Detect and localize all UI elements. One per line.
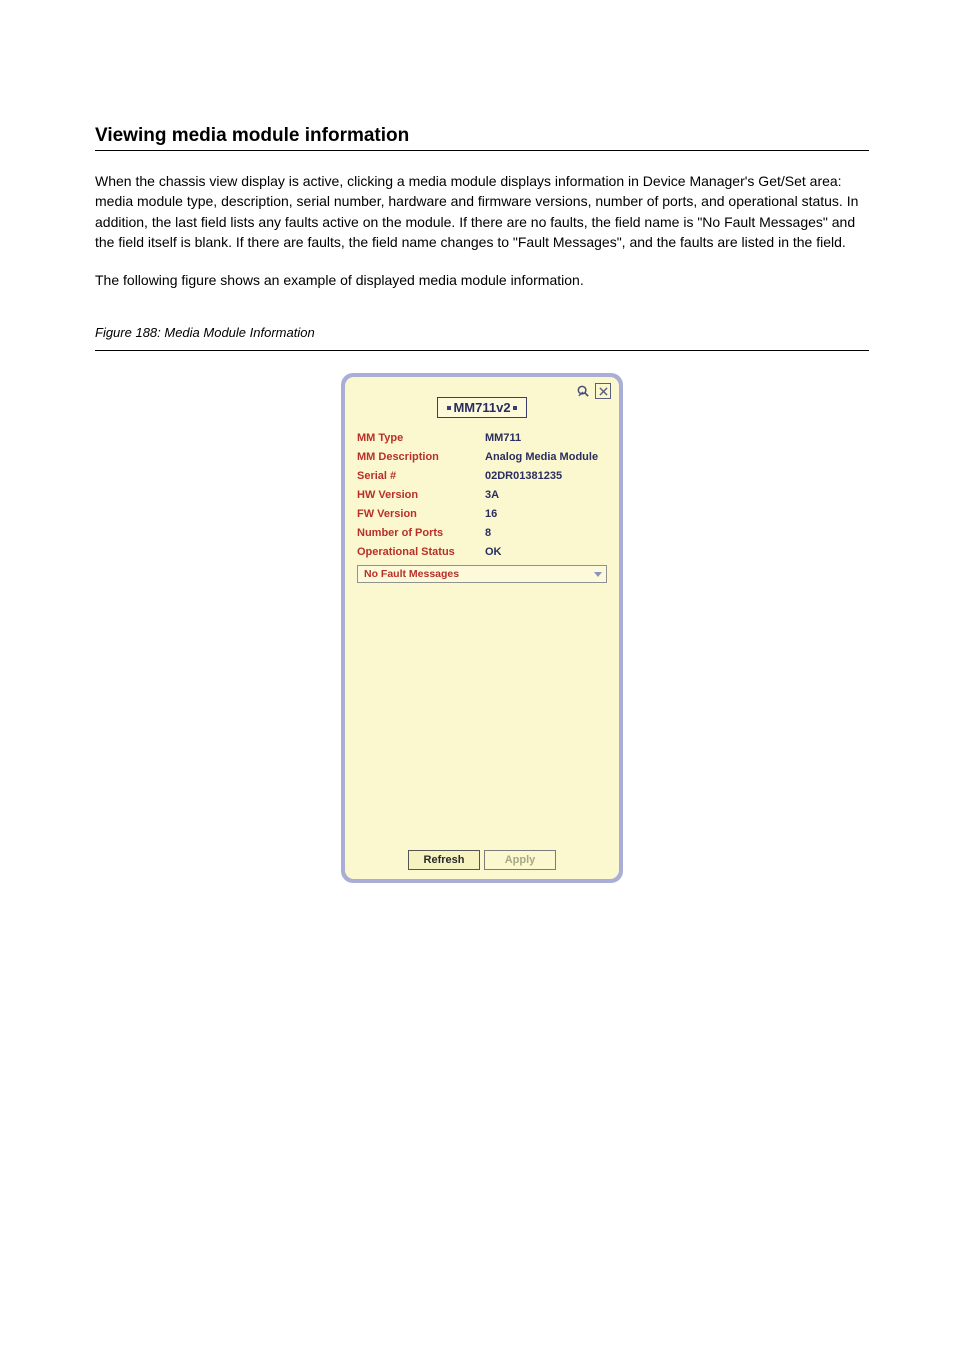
panel-title-text: MM711v2 <box>453 400 510 415</box>
figure-caption: Figure 188: Media Module Information <box>95 325 869 340</box>
chevron-down-icon <box>594 572 602 577</box>
panel-title-wrap: MM711v2 <box>345 397 619 418</box>
kv-label: FW Version <box>357 508 485 520</box>
kv-value: OK <box>485 546 502 558</box>
fault-messages-label: No Fault Messages <box>364 568 459 580</box>
refresh-toggle-icon[interactable] <box>575 383 591 399</box>
title-dot-right <box>513 406 517 410</box>
body-paragraph-2: The following figure shows an example of… <box>95 270 869 290</box>
fault-messages-dropdown[interactable]: No Fault Messages <box>357 565 607 583</box>
kv-label: Operational Status <box>357 546 485 558</box>
figure-wrap: MM711v2 MM Type MM711 MM Description Ana… <box>95 373 869 883</box>
kv-row: MM Description Analog Media Module <box>357 447 607 466</box>
panel-title: MM711v2 <box>437 397 526 418</box>
panel-top-icons <box>575 383 611 399</box>
figure-rule <box>95 350 869 351</box>
refresh-button[interactable]: Refresh <box>408 850 480 870</box>
apply-button: Apply <box>484 850 556 870</box>
kv-row: Serial # 02DR01381235 <box>357 466 607 485</box>
kv-row: FW Version 16 <box>357 504 607 523</box>
kv-list: MM Type MM711 MM Description Analog Medi… <box>345 428 619 561</box>
kv-label: Number of Ports <box>357 527 485 539</box>
section-heading: Viewing media module information <box>95 125 869 147</box>
kv-value: 16 <box>485 508 497 520</box>
kv-label: MM Description <box>357 451 485 463</box>
heading-rule <box>95 150 869 151</box>
info-panel-inner: MM711v2 MM Type MM711 MM Description Ana… <box>345 377 619 879</box>
kv-value: Analog Media Module <box>485 451 598 463</box>
kv-label: Serial # <box>357 470 485 482</box>
close-icon[interactable] <box>595 383 611 399</box>
kv-value: 8 <box>485 527 491 539</box>
title-dot-left <box>447 406 451 410</box>
body-paragraph-1: When the chassis view display is active,… <box>95 171 869 252</box>
kv-row: MM Type MM711 <box>357 428 607 447</box>
kv-label: MM Type <box>357 432 485 444</box>
info-panel: MM711v2 MM Type MM711 MM Description Ana… <box>341 373 623 883</box>
kv-value: MM711 <box>485 432 521 444</box>
panel-buttons: Refresh Apply <box>345 850 619 870</box>
kv-value: 3A <box>485 489 499 501</box>
kv-value: 02DR01381235 <box>485 470 562 482</box>
kv-row: HW Version 3A <box>357 485 607 504</box>
kv-row: Number of Ports 8 <box>357 523 607 542</box>
kv-label: HW Version <box>357 489 485 501</box>
kv-row: Operational Status OK <box>357 542 607 561</box>
